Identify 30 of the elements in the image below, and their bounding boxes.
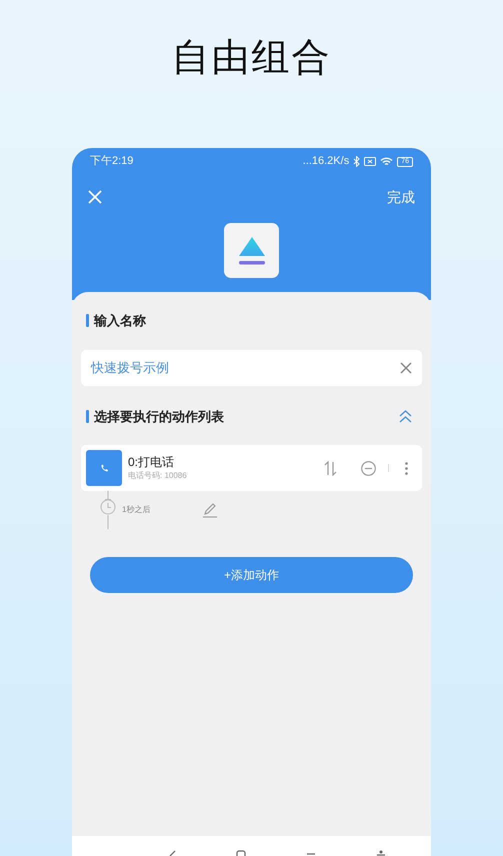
sim-icon <box>364 157 376 166</box>
edit-icon[interactable] <box>202 502 218 518</box>
done-button[interactable]: 完成 <box>387 186 415 208</box>
section-marker <box>86 410 89 423</box>
home-icon[interactable] <box>236 850 246 856</box>
clear-icon[interactable] <box>400 362 412 374</box>
close-icon[interactable] <box>88 190 102 204</box>
name-input-field[interactable]: 快速拨号示例 <box>81 350 422 386</box>
timeline-clock-icon <box>100 491 116 529</box>
more-icon[interactable] <box>405 462 408 474</box>
section-title: 选择要执行的动作列表 <box>94 408 224 426</box>
collapse-icon[interactable] <box>399 410 412 423</box>
remove-icon[interactable] <box>361 460 376 476</box>
add-action-button[interactable]: +添加动作 <box>90 557 413 593</box>
action-card[interactable]: 0:打电话 电话号码: 10086 <box>81 445 422 491</box>
headline: 自由组合 <box>172 36 332 81</box>
status-time: 下午2:19 <box>90 154 134 170</box>
action-title: 0:打电话 <box>128 454 176 470</box>
back-icon[interactable] <box>168 850 176 856</box>
network-speed: ...16.2K/s <box>302 154 350 170</box>
bluetooth-icon <box>353 156 360 167</box>
phone-icon <box>100 464 108 472</box>
section-title: 输入名称 <box>94 312 146 330</box>
action-detail: 电话号码: 10086 <box>128 470 188 482</box>
section-marker <box>86 314 89 328</box>
wifi-icon <box>380 156 394 166</box>
eject-drawing <box>238 236 266 266</box>
accessibility-icon[interactable] <box>376 850 386 856</box>
delay-label: 1秒之后 <box>122 504 152 516</box>
reorder-icon[interactable] <box>324 460 337 476</box>
